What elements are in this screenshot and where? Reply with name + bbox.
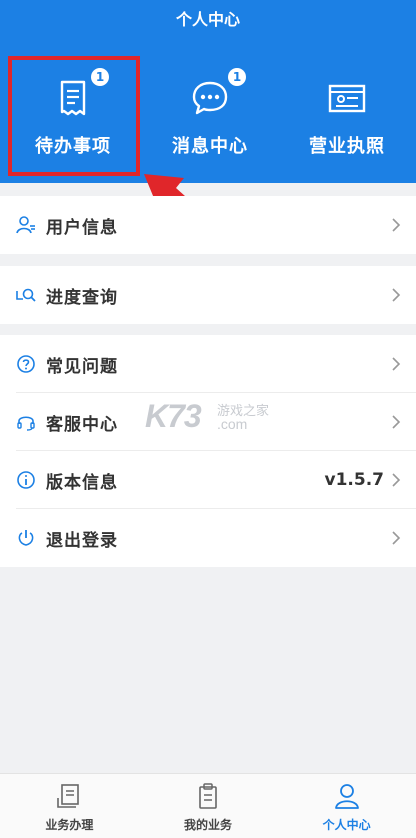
highlight-box: [8, 56, 140, 176]
quick-action-license[interactable]: 营业执照: [278, 56, 416, 176]
menu-item-user-info[interactable]: 用户信息: [0, 196, 416, 254]
menu-item-label: 用户信息: [46, 217, 118, 238]
chevron-right-icon: [392, 473, 401, 487]
quick-action-messages[interactable]: 1 消息中心: [141, 56, 279, 176]
menu-item-customer-service[interactable]: 客服中心: [0, 393, 416, 451]
bottom-tab-bar: 业务办理 我的业务 个人中心: [0, 773, 416, 838]
menu-group-progress: 进度查询: [0, 266, 416, 324]
page-title: 个人中心: [175, 10, 240, 29]
clipboard-icon: [199, 783, 217, 809]
menu-item-progress[interactable]: 进度查询: [0, 266, 416, 324]
search-progress-icon: [16, 285, 36, 305]
watermark-domain: .com: [217, 416, 248, 432]
menu-group-settings: 常见问题 客服中心 版本信息 v1.5.7 退出登录: [0, 335, 416, 567]
user-icon: [16, 215, 36, 235]
watermark-logo: K73: [145, 398, 202, 434]
tab-personal-center[interactable]: 个人中心: [277, 774, 416, 838]
power-icon: [16, 528, 36, 548]
tab-my-business[interactable]: 我的业务: [139, 774, 278, 838]
question-icon: [16, 354, 36, 374]
menu-item-label: 退出登录: [46, 530, 118, 551]
menu-item-logout[interactable]: 退出登录: [0, 509, 416, 567]
chevron-right-icon: [392, 357, 401, 371]
watermark: K73 游戏之家 .com: [145, 398, 269, 435]
tab-label: 个人中心: [322, 818, 371, 832]
headset-icon: [16, 412, 36, 432]
menu-item-label: 进度查询: [46, 287, 118, 308]
person-icon: [334, 784, 359, 809]
info-icon: [16, 470, 36, 490]
menu-item-version[interactable]: 版本信息 v1.5.7: [0, 451, 416, 509]
tab-business[interactable]: 业务办理: [0, 774, 139, 838]
menu-item-faq[interactable]: 常见问题: [0, 335, 416, 393]
license-card-icon: [327, 78, 367, 118]
menu-group-user: 用户信息: [0, 196, 416, 254]
message-bubble-icon: 1: [190, 68, 246, 118]
business-icon: [57, 784, 80, 808]
quick-action-license-label: 营业执照: [309, 136, 385, 157]
chevron-right-icon: [392, 218, 401, 232]
menu-item-label: 版本信息: [46, 472, 118, 493]
chevron-right-icon: [392, 288, 401, 302]
version-value: v1.5.7: [324, 470, 384, 490]
menu-item-label: 常见问题: [46, 356, 118, 377]
quick-action-messages-label: 消息中心: [172, 136, 248, 157]
tab-label: 业务办理: [45, 818, 94, 832]
chevron-right-icon: [392, 531, 401, 545]
chevron-right-icon: [392, 415, 401, 429]
messages-badge: 1: [228, 68, 246, 86]
tab-label: 我的业务: [184, 818, 233, 832]
